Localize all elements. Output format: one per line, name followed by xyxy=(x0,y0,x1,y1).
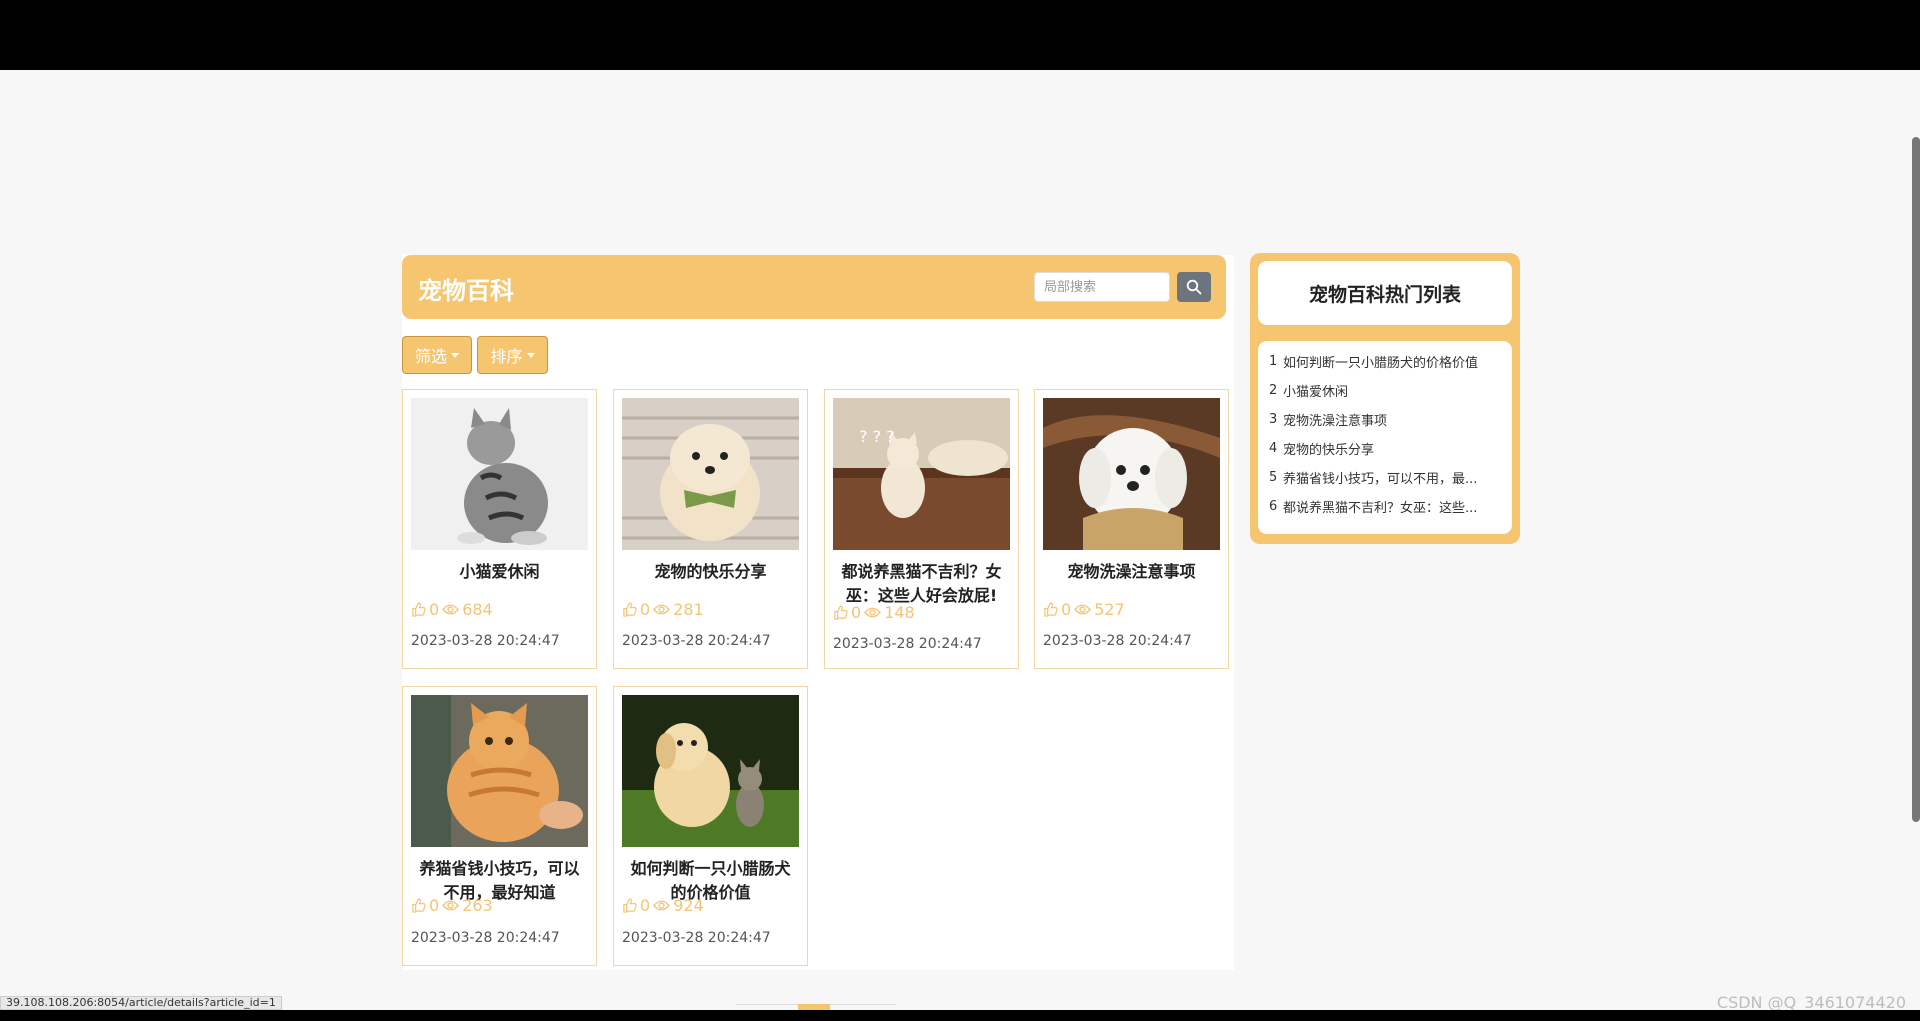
filter-label: 筛选 xyxy=(414,347,447,366)
white-maltese-puppy-image xyxy=(1043,398,1220,550)
article-card[interactable]: 小猫爱休闲 0 684 2023-03-28 20:24:47 xyxy=(402,389,597,669)
eye-icon xyxy=(442,604,460,615)
view-count: 924 xyxy=(673,896,704,915)
thumbs-up-icon xyxy=(623,898,637,913)
article-date: 2023-03-28 20:24:47 xyxy=(1043,633,1192,649)
thumbs-up-icon xyxy=(412,898,426,913)
article-stats: 0 924 xyxy=(622,896,704,915)
hot-list-item[interactable]: 5 养猫省钱小技巧，可以不用，最... xyxy=(1269,463,1512,492)
thumbs-up-icon xyxy=(1044,602,1058,617)
page-title: 宠物百科 xyxy=(418,277,514,305)
article-card[interactable]: 宠物洗澡注意事项 0 527 2023-03-28 20:24:47 xyxy=(1034,389,1229,669)
article-card[interactable]: ? ? ? 都说养黑猫不吉利？女 巫：这些人好会放屁! 0 148 2023-03… xyxy=(824,389,1019,669)
window-top-bar xyxy=(0,0,1920,70)
article-stats: 0 527 xyxy=(1043,600,1125,619)
gray-tabby-cat-image xyxy=(411,398,588,550)
like-count: 0 xyxy=(429,600,440,619)
article-stats: 0 148 xyxy=(833,603,915,622)
confused-cat-on-stairs-image: ? ? ? xyxy=(833,398,1010,550)
chevron-down-icon xyxy=(526,352,535,358)
hot-list-panel: 宠物百科热门列表 1 如何判断一只小腊肠犬的价格价值 2 小猫爱休闲 3 宠物洗澡注意… xyxy=(1250,253,1520,544)
search-button[interactable] xyxy=(1177,272,1211,302)
article-panel: 宠物百科 筛选 排序 小猫爱休闲 0 684 2023-03-28 20:24:… xyxy=(402,255,1234,970)
status-bar-url: 39.108.108.206:8054/article/details?arti… xyxy=(0,996,282,1010)
hot-list-title: 宠物百科热门列表 xyxy=(1258,261,1512,325)
eye-icon xyxy=(1074,604,1092,615)
view-count: 263 xyxy=(462,896,493,915)
pomeranian-puppy-image xyxy=(622,398,799,550)
thumbs-up-icon xyxy=(412,602,426,617)
article-stats: 0 263 xyxy=(411,896,493,915)
view-count: 281 xyxy=(673,600,704,619)
article-card[interactable]: 养猫省钱小技巧，可以 不用，最好知道 0 263 2023-03-28 20:24… xyxy=(402,686,597,966)
sort-dropdown[interactable]: 排序 xyxy=(477,336,548,374)
eye-icon xyxy=(442,900,460,911)
hot-list-item[interactable]: 4 宠物的快乐分享 xyxy=(1269,434,1512,463)
thumbs-up-icon xyxy=(623,602,637,617)
page-scrollbar[interactable] xyxy=(1912,137,1920,822)
orange-tabby-cat-image xyxy=(411,695,588,847)
like-count: 0 xyxy=(1061,600,1072,619)
hot-list-item[interactable]: 6 都说养黑猫不吉利？女巫：这些... xyxy=(1269,492,1512,521)
view-count: 527 xyxy=(1094,600,1125,619)
eye-icon xyxy=(653,900,671,911)
thumbs-up-icon xyxy=(834,605,848,620)
article-card[interactable]: 宠物的快乐分享 0 281 2023-03-28 20:24:47 xyxy=(613,389,808,669)
like-count: 0 xyxy=(851,603,862,622)
article-date: 2023-03-28 20:24:47 xyxy=(411,930,560,946)
like-count: 0 xyxy=(429,896,440,915)
page-header: 宠物百科 xyxy=(402,255,1226,319)
search-input[interactable] xyxy=(1034,272,1170,302)
article-title: 宠物的快乐分享 xyxy=(654,562,767,581)
article-date: 2023-03-28 20:24:47 xyxy=(622,930,771,946)
eye-icon xyxy=(864,607,882,618)
eye-icon xyxy=(653,604,671,615)
like-count: 0 xyxy=(640,896,651,915)
hot-list-item[interactable]: 3 宠物洗澡注意事项 xyxy=(1269,405,1512,434)
puppy-and-kitten-image xyxy=(622,695,799,847)
article-card[interactable]: 如何判断一只小腊肠犬 的价格价值 0 924 2023-03-28 20:24:4… xyxy=(613,686,808,966)
hot-list: 1 如何判断一只小腊肠犬的价格价值 2 小猫爱休闲 3 宠物洗澡注意事项 4 宠物的快乐… xyxy=(1258,341,1512,534)
sort-label: 排序 xyxy=(490,347,523,366)
article-title: 都说养黑猫不吉利？女 巫：这些人好会放屁! xyxy=(841,562,1002,605)
search-icon xyxy=(1186,279,1202,295)
chevron-down-icon xyxy=(451,352,459,358)
view-count: 684 xyxy=(462,600,493,619)
view-count: 148 xyxy=(884,603,915,622)
filter-dropdown[interactable]: 筛选 xyxy=(402,336,472,374)
article-date: 2023-03-28 20:24:47 xyxy=(411,633,560,649)
article-stats: 0 281 xyxy=(622,600,704,619)
article-stats: 0 684 xyxy=(411,600,493,619)
article-date: 2023-03-28 20:24:47 xyxy=(622,633,771,649)
article-title: 小猫爱休闲 xyxy=(459,562,540,581)
svg-text:? ? ?: ? ? ? xyxy=(859,427,895,446)
article-date: 2023-03-28 20:24:47 xyxy=(833,636,982,652)
hot-list-item[interactable]: 2 小猫爱休闲 xyxy=(1269,376,1512,405)
window-bottom-bar xyxy=(0,1010,1920,1021)
like-count: 0 xyxy=(640,600,651,619)
hot-list-item[interactable]: 1 如何判断一只小腊肠犬的价格价值 xyxy=(1269,347,1512,376)
article-title: 宠物洗澡注意事项 xyxy=(1067,562,1196,581)
